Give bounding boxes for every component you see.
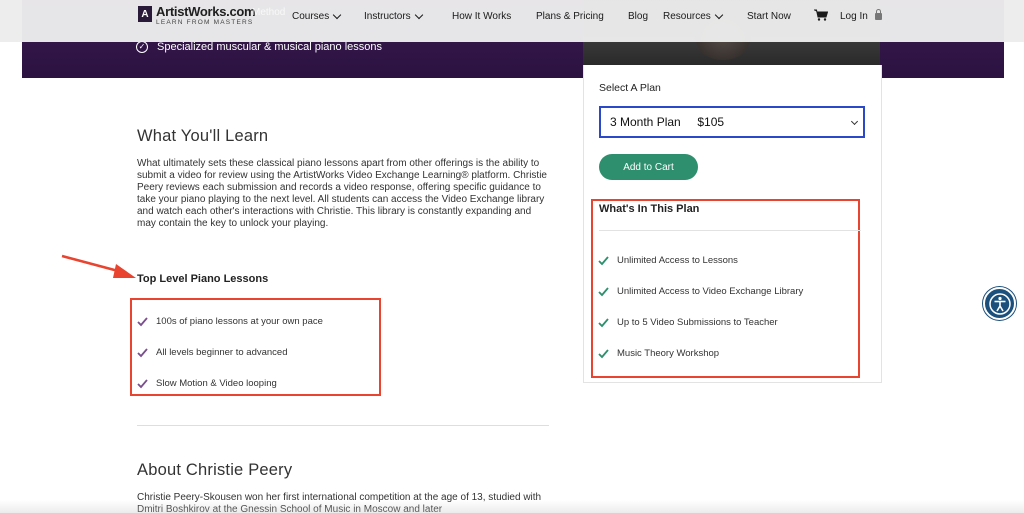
- annotation-arrow-icon: [61, 254, 136, 278]
- nav-instructors-label: Instructors: [364, 11, 411, 22]
- list-item: Unlimited Access to Lessons: [598, 245, 803, 276]
- plan-divider: [599, 230, 861, 231]
- plan-contents-title: What's In This Plan: [599, 203, 700, 215]
- nav-start-now-label: Start Now: [747, 11, 791, 22]
- list-item-text: Unlimited Access to Video Exchange Libra…: [617, 286, 804, 297]
- nav-plans-pricing-label: Plans & Pricing: [536, 11, 604, 22]
- check-icon: [598, 256, 609, 266]
- chevron-down-icon: [333, 10, 342, 19]
- logo[interactable]: A ArtistWorks.com LEARN FROM MASTERS: [138, 4, 256, 26]
- select-plan-label: Select A Plan: [599, 82, 661, 94]
- list-item-text: Unlimited Access to Lessons: [617, 255, 738, 266]
- hero-bullet-text: Specialized muscular & musical piano les…: [157, 41, 382, 53]
- section-divider: [137, 425, 549, 426]
- plan-select[interactable]: 3 Month Plan $105: [599, 106, 865, 138]
- chevron-down-icon: [714, 10, 724, 19]
- bottom-fade: [0, 500, 1024, 513]
- list-item: Up to 5 Video Submissions to Teacher: [598, 307, 803, 338]
- nav-login[interactable]: Log In: [840, 9, 882, 22]
- logo-tagline: LEARN FROM MASTERS: [156, 19, 254, 26]
- check-icon: [137, 379, 148, 389]
- top-level-list: 100s of piano lessons at your own pace A…: [137, 306, 323, 399]
- list-item-text: Up to 5 Video Submissions to Teacher: [617, 317, 778, 328]
- learn-paragraph: What ultimately sets these classical pia…: [137, 158, 547, 229]
- chevron-down-icon: [850, 117, 859, 126]
- check-icon: [598, 318, 609, 328]
- list-item-text: Music Theory Workshop: [617, 348, 720, 359]
- nav-plans-pricing[interactable]: Plans & Pricing: [536, 11, 604, 22]
- plan-contents-list: Unlimited Access to Lessons Unlimited Ac…: [598, 245, 803, 369]
- nav-resources-label: Resources: [663, 11, 711, 22]
- list-item: Unlimited Access to Video Exchange Libra…: [598, 276, 803, 307]
- list-item-text: All levels beginner to advanced: [156, 347, 288, 358]
- learn-title: What You'll Learn: [137, 127, 269, 145]
- lock-icon: [874, 9, 882, 20]
- about-title: About Christie Peery: [137, 461, 293, 479]
- nav-start-now[interactable]: Start Now: [747, 11, 791, 22]
- logo-name: ArtistWorks.com: [156, 4, 256, 19]
- check-icon: [598, 349, 609, 359]
- nav-how-it-works[interactable]: How It Works: [452, 11, 511, 22]
- list-item-text: Slow Motion & Video looping: [156, 378, 277, 389]
- chevron-down-icon: [414, 10, 423, 19]
- accessibility-button[interactable]: [983, 287, 1016, 320]
- check-icon: [598, 287, 609, 297]
- ghost-text: Method: [252, 7, 286, 18]
- nav-login-label: Log In: [840, 11, 868, 22]
- nav-blog[interactable]: Blog: [628, 11, 648, 22]
- list-item: All levels beginner to advanced: [137, 337, 323, 368]
- top-navbar: A ArtistWorks.com LEARN FROM MASTERS Met…: [0, 0, 1024, 42]
- nav-how-it-works-label: How It Works: [452, 11, 512, 22]
- cart-icon[interactable]: [814, 9, 828, 21]
- check-circle-icon: ✓: [136, 41, 148, 53]
- accessibility-icon: [988, 292, 1011, 315]
- list-item: 100s of piano lessons at your own pace: [137, 306, 323, 337]
- check-icon: [137, 348, 148, 358]
- list-item: Slow Motion & Video looping: [137, 368, 323, 399]
- top-level-title: Top Level Piano Lessons: [137, 273, 269, 285]
- nav-blog-label: Blog: [628, 11, 649, 22]
- hero-bullet: ✓ Specialized muscular & musical piano l…: [136, 41, 382, 53]
- nav-instructors[interactable]: Instructors: [364, 10, 423, 22]
- plan-select-value: 3 Month Plan $105: [610, 115, 725, 129]
- list-item: Music Theory Workshop: [598, 338, 803, 369]
- nav-resources[interactable]: Resources: [663, 10, 724, 22]
- check-icon: [137, 317, 148, 327]
- list-item-text: 100s of piano lessons at your own pace: [156, 316, 323, 327]
- nav-courses-label: Courses: [292, 11, 330, 22]
- logo-mark-icon: A: [138, 6, 152, 22]
- add-to-cart-button[interactable]: Add to Cart: [599, 154, 698, 180]
- nav-courses[interactable]: Courses: [292, 10, 342, 22]
